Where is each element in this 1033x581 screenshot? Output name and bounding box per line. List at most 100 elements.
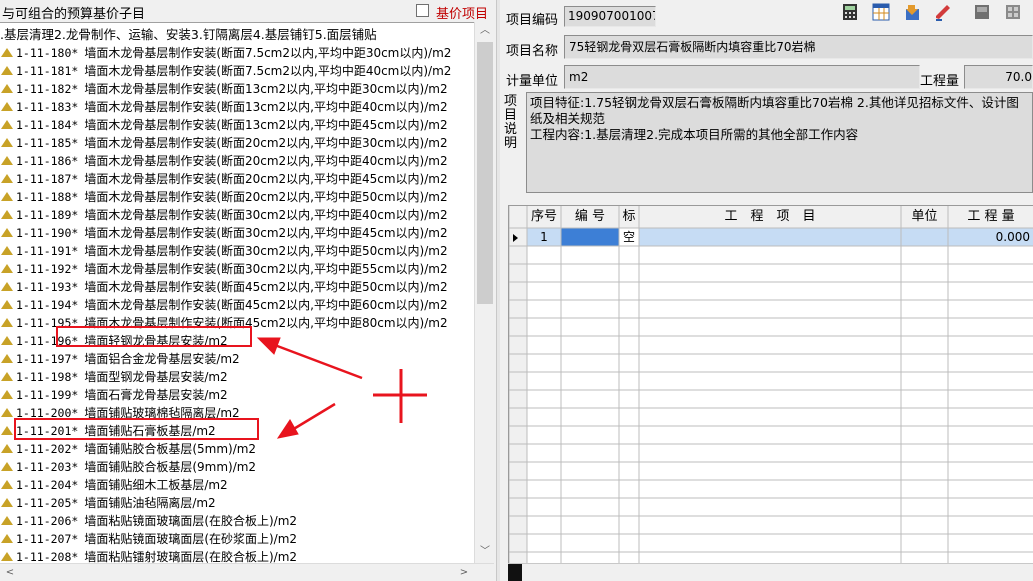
tree-item[interactable]: 1-11-190* 墙面木龙骨基层制作安装(断面30cm2以内,平均中距45cm以… [0, 224, 474, 242]
item-code: 1-11-187* [16, 172, 79, 186]
item-name: 墙面铺贴油毡隔离层/m2 [84, 496, 216, 510]
tree-item[interactable]: 1-11-205* 墙面铺贴油毡隔离层/m2 [0, 494, 474, 512]
tree-item[interactable]: 1-11-184* 墙面木龙骨基层制作安装(断面13cm2以内,平均中距45cm以… [0, 116, 474, 134]
item-code: 1-11-188* [16, 190, 79, 204]
quota-item-icon [1, 137, 13, 147]
description-text[interactable]: 项目特征:1.75轻钢龙骨双层石膏板隔断内填容重比70岩棉 2.其他详见招标文件… [526, 92, 1033, 193]
name-field[interactable]: 75轻钢龙骨双层石膏板隔断内填容重比70岩棉 [564, 35, 1033, 59]
item-name: 墙面铺贴胶合板基层(5mm)/m2 [84, 442, 257, 456]
flag-icon[interactable] [972, 2, 992, 22]
tree-item[interactable]: 1-11-182* 墙面木龙骨基层制作安装(断面13cm2以内,平均中距30cm以… [0, 80, 474, 98]
tree-root-item[interactable]: .基层清理2.龙骨制作、运输、安装3.钉隔离层4.基层铺钉5.面层铺贴 [0, 24, 377, 42]
item-name: 墙面木龙骨基层制作安装(断面45cm2以内,平均中距50cm以内)/m2 [84, 280, 448, 294]
grid-header-mark[interactable]: 标 [619, 206, 639, 228]
grid-header-item[interactable]: 工 程 项 目 [639, 206, 901, 228]
table-icon[interactable] [871, 2, 891, 22]
quota-item-icon [1, 173, 13, 183]
item-name: 墙面铺贴细木工板基层/m2 [84, 478, 228, 492]
grid-cell-qty[interactable]: 0.000 [948, 228, 1033, 246]
vertical-scrollbar[interactable]: ︿ ﹀ [474, 22, 494, 563]
options-icon[interactable] [1003, 2, 1023, 22]
scroll-up-icon[interactable]: ︿ [475, 22, 495, 40]
item-code: 1-11-199* [16, 388, 79, 402]
tree-item[interactable]: 1-11-207* 墙面粘贴镜面玻璃面层(在砂浆面上)/m2 [0, 530, 474, 548]
unit-field[interactable]: m2 [564, 65, 920, 89]
tree-item[interactable]: 1-11-193* 墙面木龙骨基层制作安装(断面45cm2以内,平均中距50cm以… [0, 278, 474, 296]
scroll-right-icon[interactable]: > [456, 564, 472, 581]
tree-item[interactable]: 1-11-188* 墙面木龙骨基层制作安装(断面20cm2以内,平均中距50cm以… [0, 188, 474, 206]
scroll-thumb[interactable] [477, 42, 493, 304]
quota-item-icon [1, 101, 13, 111]
scroll-left-icon[interactable]: < [2, 564, 18, 581]
tree-item[interactable]: 1-11-198* 墙面型钢龙骨基层安装/m2 [0, 368, 474, 386]
quota-item-icon [1, 353, 13, 363]
quota-item-icon [1, 191, 13, 201]
tree-item[interactable]: 1-11-191* 墙面木龙骨基层制作安装(断面30cm2以内,平均中距50cm以… [0, 242, 474, 260]
quota-item-icon [1, 65, 13, 75]
quota-item-icon [1, 515, 13, 525]
toolbar [840, 2, 1033, 24]
grid-cell-mark[interactable]: 空 [619, 228, 639, 246]
tree-item[interactable]: 1-11-187* 墙面木龙骨基层制作安装(断面20cm2以内,平均中距45cm以… [0, 170, 474, 188]
tree-item[interactable]: 1-11-204* 墙面铺贴细木工板基层/m2 [0, 476, 474, 494]
quota-item-icon [1, 263, 13, 273]
item-name: 墙面木龙骨基层制作安装(断面30cm2以内,平均中距45cm以内)/m2 [84, 226, 448, 240]
item-name: 墙面粘贴镭射玻璃面层(在胶合板上)/m2 [84, 550, 298, 563]
tree-item[interactable]: 1-11-208* 墙面粘贴镭射玻璃面层(在胶合板上)/m2 [0, 548, 474, 563]
right-panel: 项目编码 190907001007 项目名称 75轻钢龙骨双层石膏板隔断内填容重… [500, 0, 1033, 581]
quota-item-icon [1, 299, 13, 309]
tree-item[interactable]: 1-11-183* 墙面木龙骨基层制作安装(断面13cm2以内,平均中距40cm以… [0, 98, 474, 116]
grid-header-seq[interactable]: 序号 [527, 206, 561, 228]
left-header: 与可组合的预算基价子目 基价项目 [0, 0, 496, 22]
tree-item[interactable]: 1-11-194* 墙面木龙骨基层制作安装(断面45cm2以内,平均中距60cm以… [0, 296, 474, 314]
grid-header-unit[interactable]: 单位 [901, 206, 948, 228]
calculator-icon[interactable] [840, 2, 860, 22]
tree-item[interactable]: 1-11-181* 墙面木龙骨基层制作安装(断面7.5cm2以内,平均中距40cm… [0, 62, 474, 80]
grid-lines [509, 206, 1033, 581]
tree-item[interactable]: 1-11-202* 墙面铺贴胶合板基层(5mm)/m2 [0, 440, 474, 458]
quota-item-icon [1, 407, 13, 417]
tree-item[interactable]: 1-11-203* 墙面铺贴胶合板基层(9mm)/m2 [0, 458, 474, 476]
tree-item[interactable]: 1-11-199* 墙面石膏龙骨基层安装/m2 [0, 386, 474, 404]
unit-label: 计量单位 [506, 74, 559, 89]
export-icon[interactable] [902, 2, 922, 22]
grid-scroll-thumb[interactable] [508, 564, 522, 581]
item-name: 墙面粘贴镜面玻璃面层(在胶合板上)/m2 [84, 514, 298, 528]
tree-item[interactable]: 1-11-192* 墙面木龙骨基层制作安装(断面30cm2以内,平均中距55cm以… [0, 260, 474, 278]
item-code: 1-11-202* [16, 442, 79, 456]
item-name: 墙面木龙骨基层制作安装(断面20cm2以内,平均中距40cm以内)/m2 [84, 154, 448, 168]
item-name: 墙面木龙骨基层制作安装(断面30cm2以内,平均中距40cm以内)/m2 [84, 208, 448, 222]
quota-item-icon [1, 227, 13, 237]
tree-item[interactable]: 1-11-180* 墙面木龙骨基层制作安装(断面7.5cm2以内,平均中距30cm… [0, 44, 474, 62]
highlight-box-196 [56, 326, 252, 347]
horizontal-scrollbar[interactable]: < > [0, 563, 494, 581]
tree-item[interactable]: 1-11-185* 墙面木龙骨基层制作安装(断面20cm2以内,平均中距30cm以… [0, 134, 474, 152]
item-name: 墙面粘贴镜面玻璃面层(在砂浆面上)/m2 [84, 532, 298, 546]
edit-icon[interactable] [933, 2, 953, 22]
base-price-checkbox[interactable] [416, 4, 429, 17]
code-label: 项目编码 [506, 13, 559, 28]
grid-header-qty[interactable]: 工 程 量 [948, 206, 1033, 228]
base-price-label[interactable]: 基价项目 [436, 3, 488, 22]
item-name: 墙面木龙骨基层制作安装(断面20cm2以内,平均中距45cm以内)/m2 [84, 172, 448, 186]
item-name: 墙面木龙骨基层制作安装(断面13cm2以内,平均中距45cm以内)/m2 [84, 118, 448, 132]
grid-cell-seq[interactable]: 1 [527, 228, 561, 246]
tree-item[interactable]: 1-11-206* 墙面粘贴镜面玻璃面层(在胶合板上)/m2 [0, 512, 474, 530]
quota-item-icon [1, 443, 13, 453]
item-code: 1-11-198* [16, 370, 79, 384]
bill-grid: 序号编 号标工 程 项 目单位工 程 量 1 空 0.000 [508, 205, 1033, 581]
item-code: 1-11-186* [16, 154, 79, 168]
quantity-field[interactable]: 70.0 [964, 65, 1033, 89]
grid-horizontal-scrollbar[interactable] [508, 563, 1033, 581]
scroll-down-icon[interactable]: ﹀ [475, 543, 495, 561]
quota-item-icon [1, 371, 13, 381]
description-label: 项目说明 [504, 94, 518, 151]
quota-item-icon [1, 281, 13, 291]
tree-item[interactable]: 1-11-197* 墙面铝合金龙骨基层安装/m2 [0, 350, 474, 368]
tree-item[interactable]: 1-11-189* 墙面木龙骨基层制作安装(断面30cm2以内,平均中距40cm以… [0, 206, 474, 224]
code-field[interactable]: 190907001007 [564, 6, 656, 27]
grid-header-code[interactable]: 编 号 [561, 206, 619, 228]
item-code: 1-11-180* [16, 46, 79, 60]
tree-item[interactable]: 1-11-186* 墙面木龙骨基层制作安装(断面20cm2以内,平均中距40cm以… [0, 152, 474, 170]
panel-title: 与可组合的预算基价子目 [2, 7, 146, 22]
